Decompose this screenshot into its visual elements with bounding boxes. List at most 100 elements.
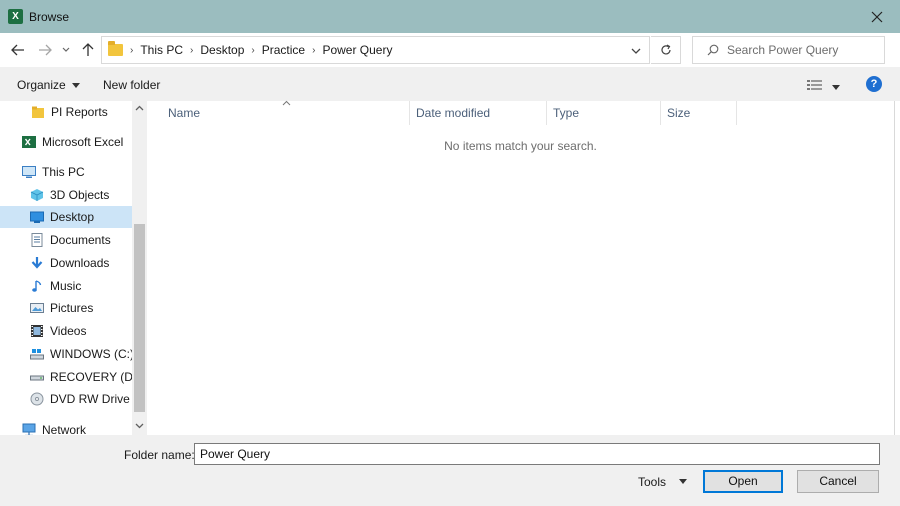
organize-label: Organize xyxy=(17,78,66,92)
caret-down-icon[interactable] xyxy=(679,479,687,484)
pictures-icon xyxy=(30,301,44,315)
breadcrumb-power-query[interactable]: Power Query xyxy=(322,43,392,57)
refresh-button[interactable] xyxy=(651,36,681,64)
folder-name-label: Folder name: xyxy=(124,448,195,462)
cancel-button[interactable]: Cancel xyxy=(797,470,879,493)
sidebar-item-label: Desktop xyxy=(50,210,95,224)
sidebar-item-label: WINDOWS (C:) xyxy=(50,347,134,361)
sidebar-item-label: 3D Objects xyxy=(50,188,110,202)
music-icon xyxy=(30,279,44,293)
help-button[interactable]: ? xyxy=(866,76,882,92)
new-folder-button[interactable]: New folder xyxy=(103,78,160,92)
excel-icon xyxy=(22,135,36,149)
network-icon xyxy=(22,423,36,435)
chevron-right-icon: › xyxy=(130,44,134,56)
sidebar-item-network[interactable]: Network xyxy=(22,419,132,435)
refresh-icon xyxy=(660,44,671,55)
sidebar-item-documents[interactable]: Documents xyxy=(30,229,132,251)
search-input[interactable]: Search Power Query xyxy=(727,43,838,57)
excel-app-icon: X xyxy=(8,9,23,24)
navigation-bar: › This PC › Desktop › Practice › Power Q… xyxy=(0,33,900,67)
arrow-right-icon xyxy=(39,44,52,56)
download-icon xyxy=(30,256,44,270)
details-view-icon xyxy=(807,80,822,90)
organize-button[interactable]: Organize xyxy=(17,78,81,92)
address-dropdown-button[interactable] xyxy=(631,44,641,58)
forward-button[interactable] xyxy=(36,41,54,59)
chevron-right-icon: › xyxy=(251,44,255,56)
column-header-date-modified[interactable]: Date modified xyxy=(410,101,547,125)
sidebar-item-label: This PC xyxy=(42,165,85,179)
help-icon: ? xyxy=(870,78,878,90)
documents-icon xyxy=(30,233,44,247)
scrollbar-thumb[interactable] xyxy=(134,224,145,412)
cube-icon xyxy=(30,188,44,202)
command-toolbar: Organize New folder ? xyxy=(0,67,900,101)
breadcrumb-desktop[interactable]: Desktop xyxy=(200,43,244,57)
sidebar-item-windows-c[interactable]: WINDOWS (C:) xyxy=(30,343,134,365)
close-button[interactable] xyxy=(854,0,900,33)
recent-locations-button[interactable] xyxy=(60,41,72,59)
empty-message: No items match your search. xyxy=(444,139,597,153)
close-icon xyxy=(871,11,883,22)
folder-icon xyxy=(108,41,123,56)
column-header-type[interactable]: Type xyxy=(547,101,661,125)
sidebar-item-this-pc[interactable]: This PC xyxy=(22,161,132,183)
search-icon xyxy=(707,44,719,56)
arrow-left-icon xyxy=(11,44,24,56)
navigation-pane: PI Reports Microsoft Excel This PC 3D Ob… xyxy=(0,101,147,435)
sidebar-item-videos[interactable]: Videos xyxy=(30,320,132,342)
sidebar-item-pi-reports[interactable]: PI Reports xyxy=(31,101,132,123)
column-header-name[interactable]: Name xyxy=(162,101,410,125)
computer-icon xyxy=(22,165,36,179)
open-button[interactable]: Open xyxy=(703,470,783,493)
sidebar-item-recovery-d[interactable]: RECOVERY (D:) xyxy=(30,366,140,388)
scroll-down-arrow-icon[interactable] xyxy=(135,423,144,429)
breadcrumb-practice[interactable]: Practice xyxy=(262,43,305,57)
sidebar-item-music[interactable]: Music xyxy=(30,275,132,297)
folder-name-input[interactable] xyxy=(194,443,880,465)
sidebar-item-label: Microsoft Excel xyxy=(42,135,124,149)
sidebar-item-dvd-rw-drive[interactable]: DVD RW Drive (E xyxy=(30,388,145,410)
sidebar-item-pictures[interactable]: Pictures xyxy=(30,297,132,319)
sidebar-item-label: Network xyxy=(42,423,87,435)
file-list[interactable]: Name Date modified Type Size No items ma… xyxy=(147,100,894,435)
view-options-button[interactable] xyxy=(807,79,841,93)
chevron-down-icon xyxy=(631,48,641,54)
background-window-edge xyxy=(894,101,900,435)
sidebar-item-label: DVD RW Drive (E xyxy=(50,392,146,406)
back-button[interactable] xyxy=(9,41,27,59)
scroll-up-arrow-icon[interactable] xyxy=(135,105,144,111)
drive-icon xyxy=(30,370,44,384)
sidebar-item-label: Downloads xyxy=(50,256,110,270)
sidebar-item-3d-objects[interactable]: 3D Objects xyxy=(30,184,132,206)
sidebar-scrollbar[interactable] xyxy=(132,101,147,435)
sidebar-item-label: Documents xyxy=(50,233,111,247)
sidebar-item-label: Music xyxy=(50,279,82,293)
chevron-right-icon: › xyxy=(312,44,316,56)
dialog-footer: Folder name: Tools Open Cancel xyxy=(0,435,900,506)
arrow-up-icon xyxy=(82,43,94,56)
drive-icon xyxy=(30,347,44,361)
sidebar-item-label: Pictures xyxy=(50,301,94,315)
address-bar[interactable]: › This PC › Desktop › Practice › Power Q… xyxy=(101,36,650,64)
tools-button[interactable]: Tools xyxy=(638,475,666,489)
column-header-size[interactable]: Size xyxy=(661,101,737,125)
title-bar: X Browse xyxy=(0,0,900,33)
sidebar-item-downloads[interactable]: Downloads xyxy=(30,252,132,274)
folder-icon xyxy=(31,105,45,119)
sidebar-item-label: PI Reports xyxy=(51,105,108,119)
window-title: Browse xyxy=(29,9,70,24)
dvd-icon xyxy=(30,392,44,406)
search-box[interactable]: Search Power Query xyxy=(692,36,885,64)
videos-icon xyxy=(30,324,44,338)
sidebar-item-label: RECOVERY (D:) xyxy=(50,370,141,384)
breadcrumb-this-pc[interactable]: This PC xyxy=(140,43,183,57)
up-button[interactable] xyxy=(79,41,97,59)
sidebar-item-desktop[interactable]: Desktop xyxy=(0,206,132,228)
caret-down-icon xyxy=(832,85,841,90)
sidebar-item-microsoft-excel[interactable]: Microsoft Excel xyxy=(22,131,132,153)
sidebar-item-label: Videos xyxy=(50,324,87,338)
chevron-down-icon xyxy=(62,47,70,52)
caret-down-icon xyxy=(72,83,81,89)
